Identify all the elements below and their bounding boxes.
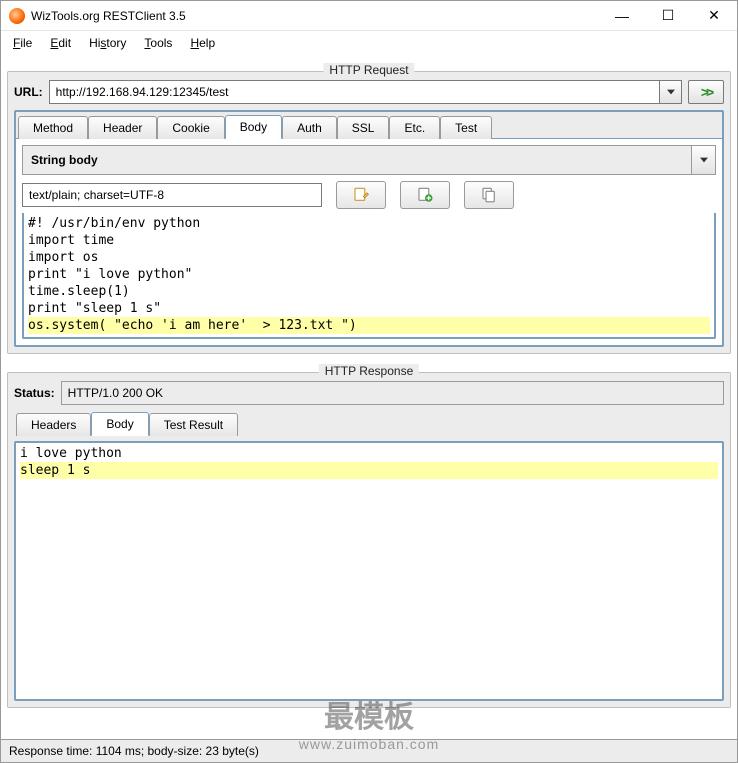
menu-tools[interactable]: Tools xyxy=(138,34,178,52)
body-type-row: String body xyxy=(22,145,716,175)
status-value: HTTP/1.0 200 OK xyxy=(61,381,724,405)
menu-edit[interactable]: Edit xyxy=(44,34,77,52)
code-line: print "i love python" xyxy=(28,266,710,283)
go-icon: >> xyxy=(701,84,711,100)
response-tab-headers[interactable]: Headers xyxy=(16,413,91,436)
http-response-title: HTTP Response xyxy=(319,364,419,378)
response-tab-body[interactable]: Body xyxy=(91,412,148,436)
app-icon xyxy=(9,8,25,24)
url-combo xyxy=(49,80,682,104)
request-tab-etc[interactable]: Etc. xyxy=(389,116,440,139)
code-line: import os xyxy=(28,249,710,266)
response-body-viewer[interactable]: i love pythonsleep 1 s xyxy=(14,441,724,701)
body-type-dropdown-button[interactable] xyxy=(691,146,715,174)
statusbar-text: Response time: 1104 ms; body-size: 23 by… xyxy=(9,744,259,758)
url-dropdown-button[interactable] xyxy=(660,80,682,104)
response-tab-strip: HeadersBodyTest Result xyxy=(14,411,724,435)
response-tab-testresult[interactable]: Test Result xyxy=(149,413,238,436)
edit-content-type-button[interactable] xyxy=(336,181,386,209)
code-line: import time xyxy=(28,232,710,249)
request-tab-header[interactable]: Header xyxy=(88,116,157,139)
chevron-down-icon xyxy=(667,89,675,95)
menu-history[interactable]: History xyxy=(83,34,132,52)
code-line: os.system( "echo 'i am here' > 123.txt "… xyxy=(28,317,710,334)
minimize-button[interactable]: ― xyxy=(599,1,645,31)
code-line: #! /usr/bin/env python xyxy=(28,215,710,232)
request-tab-ssl[interactable]: SSL xyxy=(337,116,390,139)
request-tab-body[interactable]: Body xyxy=(225,115,282,139)
code-line: print "sleep 1 s" xyxy=(28,300,710,317)
window-buttons: ― ☐ ✕ xyxy=(599,1,737,31)
content-type-input[interactable] xyxy=(22,183,322,207)
content-type-row xyxy=(20,177,718,213)
http-request-panel: HTTP Request URL: >> MethodHeaderCookieB… xyxy=(7,71,731,354)
statusbar: Response time: 1104 ms; body-size: 23 by… xyxy=(1,739,737,762)
copy-icon xyxy=(480,186,498,204)
status-row: Status: HTTP/1.0 200 OK xyxy=(14,381,724,405)
request-tabs: MethodHeaderCookieBodyAuthSSLEtc.Test St… xyxy=(14,110,724,347)
open-file-button[interactable] xyxy=(400,181,450,209)
body-type-label: String body xyxy=(23,147,691,173)
go-button[interactable]: >> xyxy=(688,80,724,104)
document-edit-icon xyxy=(352,186,370,204)
request-tab-test[interactable]: Test xyxy=(440,116,492,139)
request-body-editor[interactable]: #! /usr/bin/env pythonimport timeimport … xyxy=(22,213,716,339)
chevron-down-icon xyxy=(700,157,708,163)
document-add-icon xyxy=(416,186,434,204)
url-label: URL: xyxy=(14,85,43,99)
request-tab-auth[interactable]: Auth xyxy=(282,116,337,139)
response-line: sleep 1 s xyxy=(20,462,718,479)
request-tab-method[interactable]: Method xyxy=(18,116,88,139)
http-response-panel: HTTP Response Status: HTTP/1.0 200 OK He… xyxy=(7,372,731,708)
window-title: WizTools.org RESTClient 3.5 xyxy=(31,9,599,23)
url-input[interactable] xyxy=(49,80,660,104)
menu-help[interactable]: Help xyxy=(184,34,221,52)
close-button[interactable]: ✕ xyxy=(691,1,737,31)
status-label: Status: xyxy=(14,386,55,400)
request-tab-cookie[interactable]: Cookie xyxy=(157,116,224,139)
menu-file[interactable]: File xyxy=(7,34,38,52)
request-tab-body: String body xyxy=(16,139,722,345)
response-line: i love python xyxy=(20,445,718,462)
titlebar: WizTools.org RESTClient 3.5 ― ☐ ✕ xyxy=(1,1,737,31)
request-tab-strip: MethodHeaderCookieBodyAuthSSLEtc.Test xyxy=(16,112,722,139)
url-row: URL: >> xyxy=(14,80,724,104)
maximize-button[interactable]: ☐ xyxy=(645,1,691,31)
copy-button[interactable] xyxy=(464,181,514,209)
http-request-title: HTTP Request xyxy=(323,63,414,77)
menubar: File Edit History Tools Help xyxy=(1,31,737,55)
code-line: time.sleep(1) xyxy=(28,283,710,300)
